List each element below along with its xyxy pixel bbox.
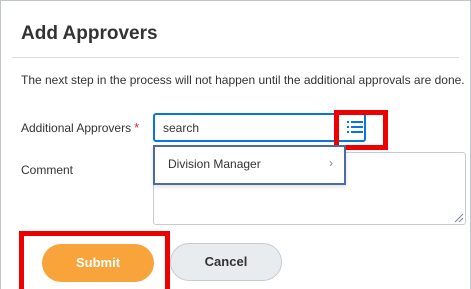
dialog-title: Add Approvers [21,23,158,44]
process-notice: The next step in the process will not ha… [21,73,465,87]
title-divider [12,57,459,58]
comment-label: Comment [21,163,74,177]
required-marker: * [134,120,140,135]
resize-grip-icon[interactable] [454,213,464,223]
prompt-icon-highlight-box [334,110,388,150]
approver-dropdown: Division Manager › [153,145,346,185]
additional-approvers-label-text: Additional Approvers [21,121,132,135]
cancel-button[interactable]: Cancel [170,243,282,281]
dropdown-item-label: Division Manager [168,157,261,171]
dropdown-item-division-manager[interactable]: Division Manager › [155,147,344,183]
additional-approvers-input[interactable] [163,121,313,135]
chevron-right-icon: › [329,156,333,170]
additional-approvers-label: Additional Approvers * [21,120,140,136]
submit-highlight-box [19,231,170,289]
